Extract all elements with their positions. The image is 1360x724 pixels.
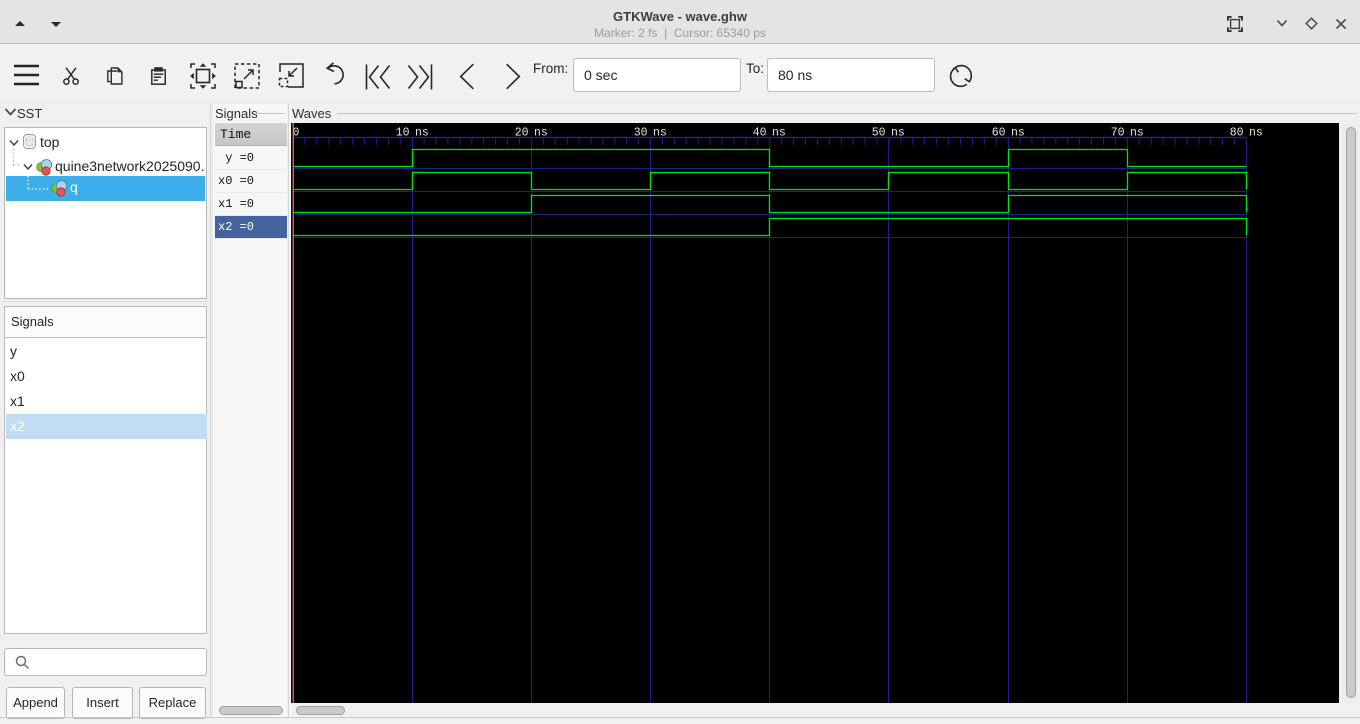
svg-text:ns: ns <box>1249 127 1263 140</box>
